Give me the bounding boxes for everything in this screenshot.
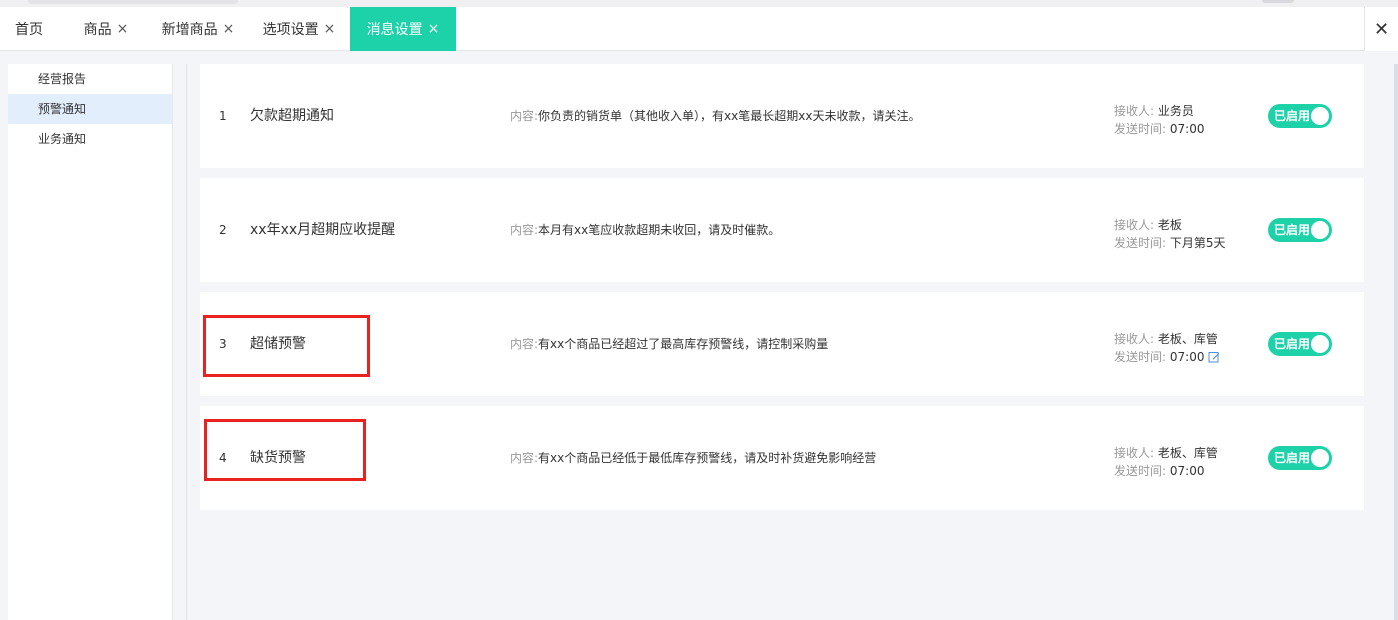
enable-toggle[interactable]: 已启用: [1268, 104, 1332, 128]
tab-label: 首页: [15, 22, 43, 38]
receiver-value: 老板、库管: [1157, 332, 1218, 346]
edit-icon[interactable]: [1208, 351, 1220, 363]
toggle-label: 已启用: [1274, 223, 1311, 237]
notification-index: 1: [219, 109, 227, 123]
notification-card: 2 xx年xx月超期应收提醒 内容:本月有xx笔应收款超期未收回，请及时催款。 …: [200, 178, 1364, 282]
content-text: 有xx个商品已经低于最低库存预警线，请及时补货避免影响经营: [538, 451, 877, 465]
notification-content: 内容:你负责的销货单（其他收入单），有xx笔最长超期xx天未收款，请关注。: [510, 64, 920, 168]
enable-toggle[interactable]: 已启用: [1268, 446, 1332, 470]
toggle-label: 已启用: [1274, 109, 1311, 123]
notification-card: 3 超储预警 内容:有xx个商品已经超过了最高库存预警线，请控制采购量 接收人:…: [200, 292, 1364, 396]
toggle-knob: [1311, 449, 1329, 467]
divider: [186, 64, 187, 620]
tab-products[interactable]: 商品 ×: [72, 7, 140, 51]
sidebar-item-label: 经营报告: [38, 72, 87, 86]
tab-add-product[interactable]: 新增商品 ×: [150, 7, 246, 51]
receiver-label: 接收人:: [1114, 104, 1155, 118]
notification-content: 内容:有xx个商品已经超过了最高库存预警线，请控制采购量: [510, 292, 828, 396]
top-bar-fragment: [28, 0, 238, 4]
notification-meta: 接收人: 业务员 发送时间: 07:00: [1114, 102, 1204, 138]
notification-title: xx年xx月超期应收提醒: [250, 222, 396, 238]
tab-message-settings[interactable]: 消息设置 ×: [350, 7, 456, 51]
receiver-label: 接收人:: [1114, 446, 1155, 460]
receiver-label: 接收人:: [1114, 332, 1155, 346]
tab-home[interactable]: 首页: [0, 7, 58, 51]
receiver-value: 老板、库管: [1157, 446, 1218, 460]
scrollbar[interactable]: [1394, 64, 1398, 620]
close-icon[interactable]: ×: [117, 22, 129, 36]
tab-label: 选项设置: [262, 22, 319, 38]
close-icon[interactable]: ×: [428, 22, 440, 36]
notification-card: 4 缺货预警 内容:有xx个商品已经低于最低库存预警线，请及时补货避免影响经营 …: [200, 406, 1364, 510]
tab-label: 新增商品: [161, 22, 218, 38]
notification-index: 4: [219, 451, 227, 465]
tab-option-settings[interactable]: 选项设置 ×: [258, 7, 340, 51]
content-label: 内容:: [510, 451, 539, 465]
close-all-tabs-button[interactable]: ✕: [1364, 7, 1398, 51]
receiver-label: 接收人:: [1114, 218, 1155, 232]
tab-label: 商品: [83, 22, 112, 38]
notification-title: 缺货预警: [250, 450, 306, 466]
sidebar-item-business-report[interactable]: 经营报告: [8, 64, 172, 94]
toggle-knob: [1311, 221, 1329, 239]
send-time-label: 发送时间:: [1114, 236, 1167, 250]
toggle-knob: [1311, 335, 1329, 353]
avatar[interactable]: [1262, 0, 1294, 3]
toggle-label: 已启用: [1274, 337, 1311, 351]
send-time-label: 发送时间:: [1114, 464, 1167, 478]
content-text: 本月有xx笔应收款超期未收回，请及时催款。: [538, 223, 781, 237]
content-label: 内容:: [510, 223, 539, 237]
notification-meta: 接收人: 老板、库管 发送时间: 07:00: [1114, 444, 1218, 480]
notification-title: 欠款超期通知: [250, 108, 334, 124]
receiver-value: 老板: [1157, 218, 1182, 232]
sidebar-item-label: 业务通知: [38, 132, 87, 146]
sidebar-item-warning-notice[interactable]: 预警通知: [8, 94, 172, 124]
tab-bar: 首页 商品 × 新增商品 × 选项设置 × 消息设置 ×: [0, 7, 1398, 51]
toggle-knob: [1311, 107, 1329, 125]
receiver-value: 业务员: [1157, 104, 1194, 118]
send-time-label: 发送时间:: [1114, 350, 1167, 364]
notification-meta: 接收人: 老板 发送时间: 下月第5天: [1114, 216, 1226, 252]
notification-index: 3: [219, 337, 227, 351]
content-label: 内容:: [510, 109, 539, 123]
send-time-value: 07:00: [1169, 464, 1205, 478]
close-icon[interactable]: ×: [324, 22, 336, 36]
settings-sidebar: 经营报告 预警通知 业务通知: [8, 64, 173, 620]
notification-index: 2: [219, 223, 227, 237]
content-text: 你负责的销货单（其他收入单），有xx笔最长超期xx天未收款，请关注。: [538, 109, 921, 123]
top-strip: [0, 0, 1398, 7]
send-time-value: 07:00: [1169, 350, 1205, 364]
send-time-value: 下月第5天: [1169, 236, 1226, 250]
notification-title: 超储预警: [250, 336, 306, 352]
notification-content: 内容:有xx个商品已经低于最低库存预警线，请及时补货避免影响经营: [510, 406, 876, 510]
enable-toggle[interactable]: 已启用: [1268, 332, 1332, 356]
content-label: 内容:: [510, 337, 539, 351]
content-text: 有xx个商品已经超过了最高库存预警线，请控制采购量: [538, 337, 829, 351]
notification-card: 1 欠款超期通知 内容:你负责的销货单（其他收入单），有xx笔最长超期xx天未收…: [200, 64, 1364, 168]
tab-label: 消息设置: [366, 22, 423, 38]
enable-toggle[interactable]: 已启用: [1268, 218, 1332, 242]
send-time-label: 发送时间:: [1114, 122, 1167, 136]
sidebar-item-business-notice[interactable]: 业务通知: [8, 124, 172, 154]
close-icon[interactable]: ×: [223, 22, 235, 36]
close-icon: ✕: [1373, 18, 1390, 40]
toggle-label: 已启用: [1274, 451, 1311, 465]
notification-content: 内容:本月有xx笔应收款超期未收回，请及时催款。: [510, 178, 780, 282]
sidebar-item-label: 预警通知: [38, 102, 87, 116]
send-time-value: 07:00: [1169, 122, 1205, 136]
notification-meta: 接收人: 老板、库管 发送时间: 07:00: [1114, 330, 1220, 366]
